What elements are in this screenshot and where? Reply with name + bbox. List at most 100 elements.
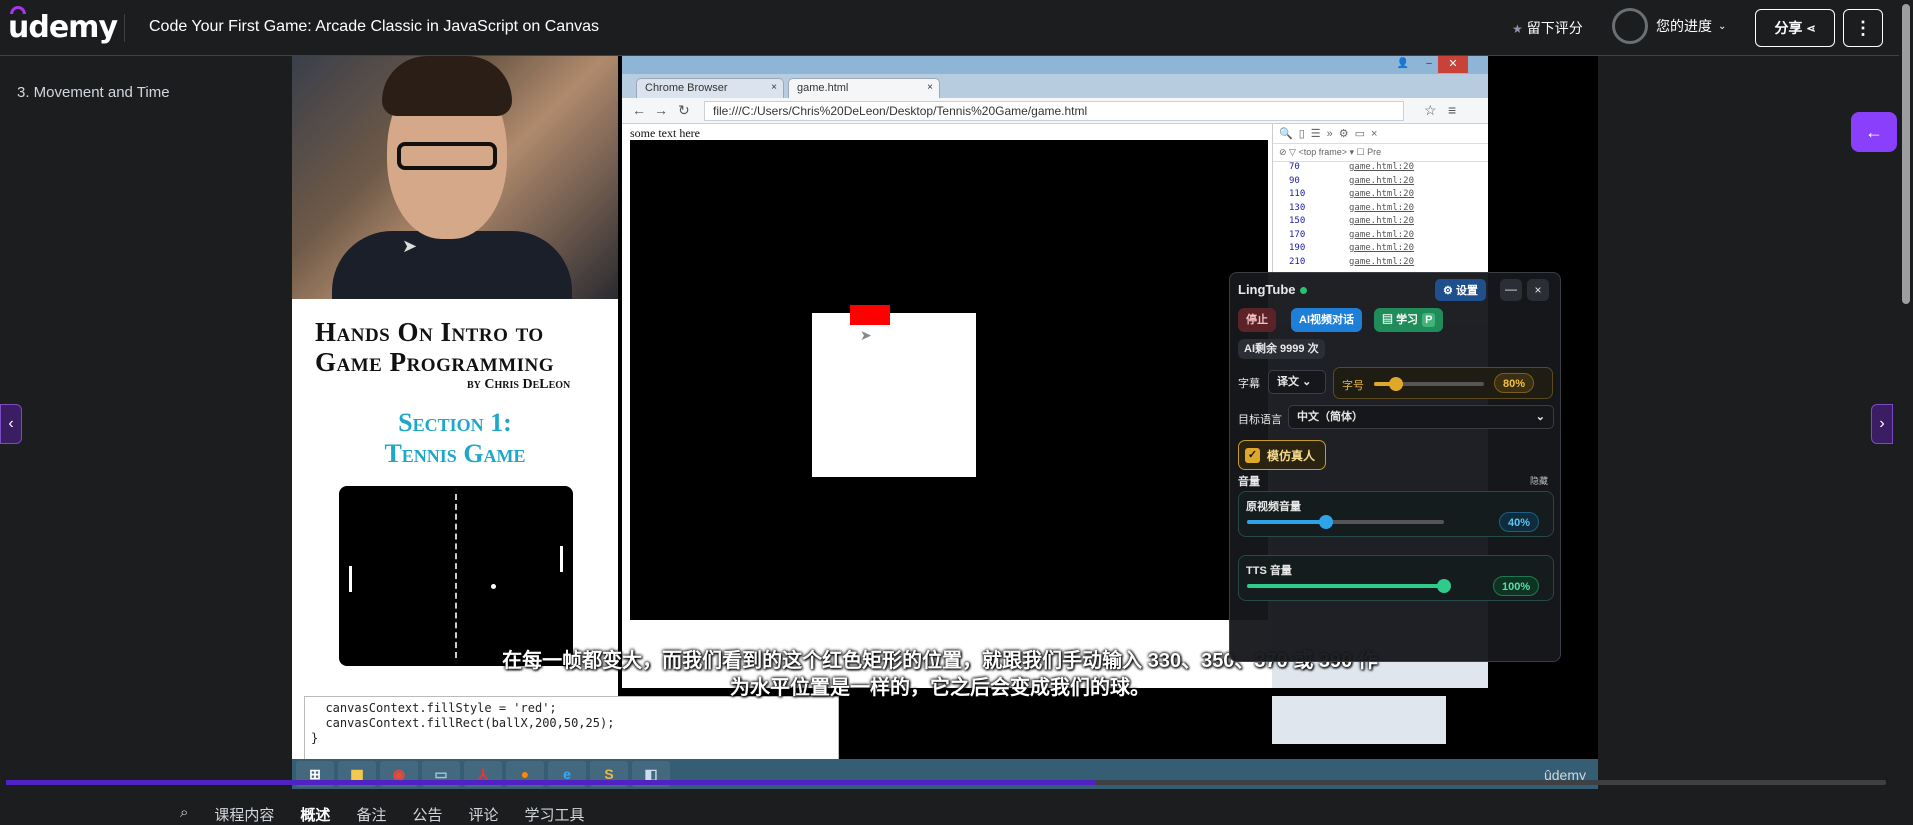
canvas-cursor-icon: ➤ <box>860 327 872 343</box>
red-rectangle <box>850 305 890 325</box>
page-text: some text here <box>630 126 700 140</box>
mimic-human-checkbox[interactable]: ✓ 模仿真人 <box>1238 440 1327 470</box>
forward-arrow-icon: → <box>654 102 668 118</box>
video-progress-fill <box>6 780 1097 785</box>
logo-hat-icon <box>10 6 26 14</box>
volume-label: 音量 <box>1238 476 1260 488</box>
mouse-cursor-icon: ➤ <box>402 236 418 256</box>
share-label: 分享 <box>1774 20 1803 36</box>
console-value: 130 <box>1289 202 1306 213</box>
ai-video-chat-button[interactable]: AI视频对话 <box>1291 308 1362 332</box>
browser-tabstrip: Chrome Browser × game.html × <box>622 74 1488 98</box>
console-row: 170 game.html:20 <box>1273 230 1488 244</box>
chevron-down-icon: ⌄ <box>1302 376 1312 388</box>
udemy-logo[interactable]: udemy <box>8 6 118 45</box>
tts-volume-knob[interactable] <box>1437 579 1451 593</box>
video-seekbar[interactable] <box>6 780 1886 785</box>
book-section-line2: Tennis Game <box>384 439 526 468</box>
stop-button[interactable]: 停止 <box>1238 308 1276 332</box>
previous-lecture-button[interactable]: ‹ <box>0 404 22 444</box>
console-value: 90 <box>1289 175 1300 186</box>
star-icon: ★ <box>1512 22 1523 36</box>
console-source: game.html:20 <box>1349 256 1415 267</box>
console-source: game.html:20 <box>1349 175 1415 186</box>
webcam-hair <box>382 56 512 116</box>
lingtube-panel[interactable]: LingTube ⚙ 设置 — × 停止 AI视频对话 ▤ 学习 P AI剩余 9… <box>1229 272 1561 662</box>
code-line: } <box>311 731 319 745</box>
game-canvas: ➤ <box>630 140 1268 620</box>
original-volume-fill <box>1247 520 1326 524</box>
progress-label: 您的进度 <box>1656 18 1712 34</box>
console-source: game.html:20 <box>1349 189 1415 199</box>
scrollbar-thumb[interactable] <box>1902 4 1910 304</box>
learn-label: 学习 <box>1396 314 1419 326</box>
pong-ball <box>491 584 496 589</box>
console-source: game.html:20 <box>1349 162 1415 172</box>
browser-page: some text here ➤ <box>622 124 1272 688</box>
learn-button[interactable]: ▤ 学习 P <box>1374 308 1444 332</box>
tts-volume-label: TTS 音量 <box>1246 565 1292 577</box>
book-icon: ▤ <box>1382 314 1393 326</box>
target-language-label: 目标语言 <box>1238 414 1282 426</box>
window-titlebar: 👤 – ▢ ✕ <box>622 56 1488 74</box>
devtools-filter: Pre <box>1367 147 1382 157</box>
font-size-value: 80% <box>1494 373 1535 393</box>
book-author: by Chris DeLeon <box>467 377 571 392</box>
hide-link[interactable]: 隐藏 <box>1530 474 1548 487</box>
book-section: Section 1: Tennis Game <box>292 407 618 469</box>
status-dot-icon <box>1299 287 1307 294</box>
font-size-knob[interactable] <box>1389 377 1403 391</box>
book-section-line1: Section 1: <box>398 408 512 437</box>
console-source: game.html:20 <box>1349 216 1415 226</box>
devtools-filterbar: ⊘ ▽ <top frame> ▾ ☐ Pre <box>1273 144 1488 162</box>
editor-side-area <box>1272 696 1446 744</box>
subtitle-mode-select[interactable]: 译文 ⌄ <box>1268 370 1326 394</box>
original-volume-value: 40% <box>1499 512 1540 532</box>
original-volume-control: 原视频音量 40% <box>1238 491 1554 537</box>
console-value: 210 <box>1289 256 1306 267</box>
bookmark-star-icon: ☆ <box>1424 102 1437 118</box>
more-options-button[interactable]: ⋮ <box>1843 9 1883 47</box>
font-size-slider[interactable] <box>1374 377 1484 391</box>
ai-quota-badge: AI剩余 9999 次 <box>1238 339 1325 359</box>
rate-label: 留下评分 <box>1526 20 1583 36</box>
devtools-toolbar: 🔍▯☰»⚙▭× <box>1273 124 1488 144</box>
console-value: 170 <box>1289 229 1306 240</box>
original-volume-slider[interactable] <box>1247 515 1444 529</box>
progress-dropdown[interactable]: 您的进度 ⌄ <box>1612 8 1726 44</box>
white-square <box>812 313 976 477</box>
console-row: 110 game.html:20 <box>1273 189 1488 203</box>
mimic-label: 模仿真人 <box>1267 448 1316 463</box>
close-button[interactable]: × <box>1527 279 1549 301</box>
tts-volume-slider[interactable] <box>1247 579 1451 593</box>
minimize-button[interactable]: — <box>1500 279 1522 301</box>
next-lecture-button[interactable]: › <box>1871 404 1893 444</box>
book-title-line2: Game Programming <box>315 347 555 377</box>
settings-button[interactable]: ⚙ 设置 <box>1435 279 1486 301</box>
back-arrow-button[interactable]: ← <box>1851 112 1897 152</box>
tab-label: Chrome Browser <box>645 82 728 94</box>
top-bar: udemy Code Your First Game: Arcade Class… <box>0 0 1913 56</box>
reload-icon: ↻ <box>678 102 690 118</box>
tab-game-html: game.html × <box>788 78 940 98</box>
font-size-control: 字号 80% <box>1333 367 1553 399</box>
browser-menu-icon: ≡ <box>1448 102 1457 118</box>
pong-left-paddle <box>349 566 352 592</box>
window-minimize-icon: – <box>1426 58 1432 69</box>
progress-ring-icon <box>1612 8 1648 44</box>
page-scrollbar[interactable] <box>1899 0 1913 815</box>
rate-link[interactable]: ★ 留下评分 <box>1512 18 1583 38</box>
console-row: 210 game.html:20 <box>1273 257 1488 271</box>
console-value: 150 <box>1289 216 1306 226</box>
tab-label: game.html <box>797 82 849 94</box>
tab-close-icon: × <box>771 82 777 93</box>
course-title[interactable]: Code Your First Game: Arcade Classic in … <box>149 18 599 36</box>
original-volume-knob[interactable] <box>1318 515 1333 529</box>
tts-volume-fill <box>1247 584 1444 588</box>
share-button[interactable]: 分享 ⋖ <box>1755 9 1835 47</box>
subtitle-mode-value: 译文 <box>1277 376 1299 388</box>
target-language-select[interactable]: 中文（简体） ⌄ <box>1288 405 1554 429</box>
console-row: 130 game.html:20 <box>1273 203 1488 217</box>
tab-close-icon: × <box>927 82 933 93</box>
book-title-line1: Hands On Intro to <box>315 317 544 347</box>
